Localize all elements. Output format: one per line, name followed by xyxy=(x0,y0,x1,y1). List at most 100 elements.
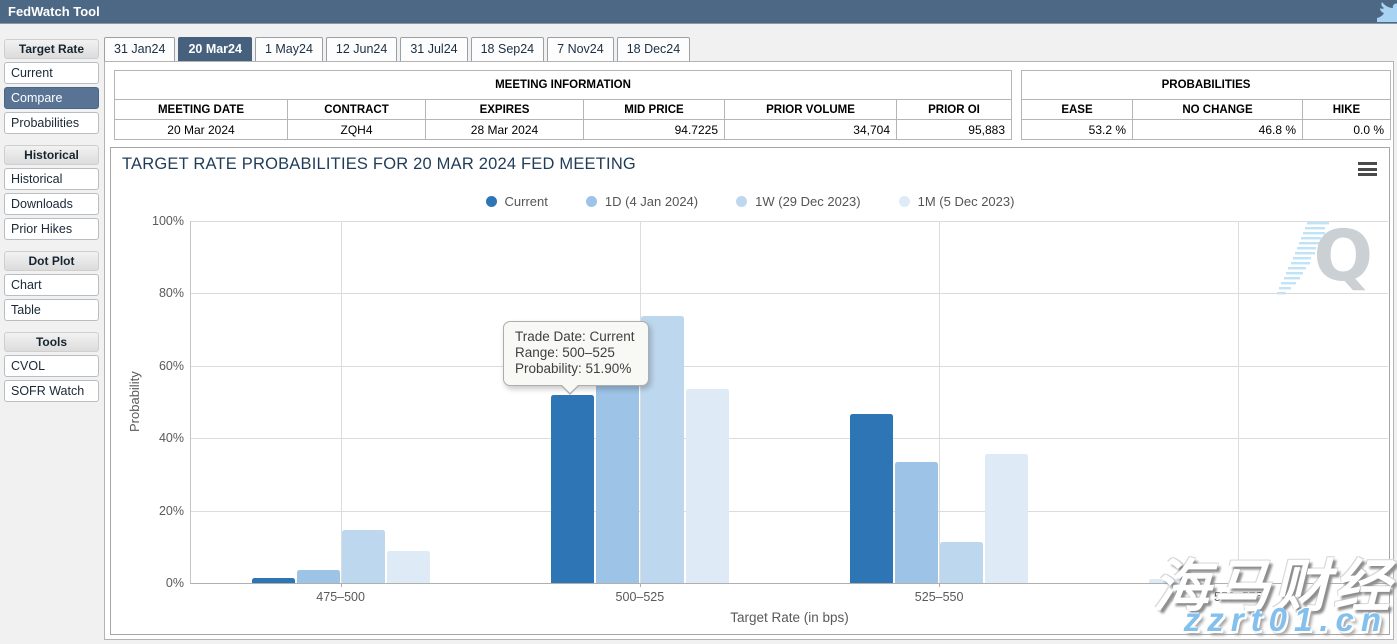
tab-7-nov24[interactable]: 7 Nov24 xyxy=(547,37,614,62)
sidebar-section-target-rate: Target Rate Current Compare Probabilities xyxy=(4,39,99,134)
col-expires: EXPIRES xyxy=(426,100,584,120)
expires-value: 28 Mar 2024 xyxy=(426,120,584,140)
sidebar-header-target-rate: Target Rate xyxy=(4,39,99,59)
app-header: FedWatch Tool xyxy=(0,0,1397,24)
legend-dot-icon xyxy=(736,196,747,207)
probabilities-caption: PROBABILITIES xyxy=(1022,71,1391,100)
x-axis-title: Target Rate (in bps) xyxy=(191,610,1388,625)
tab-12-jun24[interactable]: 12 Jun24 xyxy=(326,37,397,62)
v-gridline xyxy=(341,221,342,583)
chart-title: TARGET RATE PROBABILITIES FOR 20 MAR 202… xyxy=(122,155,636,174)
tab-31-jan24[interactable]: 31 Jan24 xyxy=(104,37,175,62)
mid-price-value: 94.7225 xyxy=(584,120,725,140)
col-no-change: NO CHANGE xyxy=(1133,100,1303,120)
legend-label: 1M (5 Dec 2023) xyxy=(918,194,1015,209)
tab-31-jul24[interactable]: 31 Jul24 xyxy=(400,37,467,62)
col-hike: HIKE xyxy=(1303,100,1391,120)
bar-current-475-500[interactable] xyxy=(252,578,295,583)
legend-dot-icon xyxy=(899,196,910,207)
tab-20-mar24[interactable]: 20 Mar24 xyxy=(178,37,252,62)
sidebar-item-table[interactable]: Table xyxy=(4,299,99,321)
bar-current-525-550[interactable] xyxy=(850,414,893,583)
bar-1d-525-550[interactable] xyxy=(895,462,938,583)
sidebar-item-downloads[interactable]: Downloads xyxy=(4,193,99,215)
legend-label: Current xyxy=(505,194,548,209)
x-tick xyxy=(341,583,342,587)
y-tick-label: 40% xyxy=(159,431,184,445)
col-ease: EASE xyxy=(1022,100,1133,120)
sidebar-item-chart[interactable]: Chart xyxy=(4,274,99,296)
y-axis-title: Probability xyxy=(127,221,143,583)
sidebar-section-dot-plot: Dot Plot Chart Table xyxy=(4,251,99,321)
col-mid-price: MID PRICE xyxy=(584,100,725,120)
legend-label: 1W (29 Dec 2023) xyxy=(755,194,861,209)
sidebar-item-historical[interactable]: Historical xyxy=(4,168,99,190)
tab-18-sep24[interactable]: 18 Sep24 xyxy=(471,37,545,62)
tooltip-range: Range: 500–525 xyxy=(515,345,635,361)
legend-dot-icon xyxy=(586,196,597,207)
y-tick-label: 0% xyxy=(166,576,184,590)
meeting-date-value: 20 Mar 2024 xyxy=(115,120,288,140)
legend-item-current[interactable]: Current xyxy=(486,194,548,209)
bar-tooltip: Trade Date: Current Range: 500–525 Proba… xyxy=(503,321,649,386)
bar-1w-525-550[interactable] xyxy=(940,542,983,583)
content-panel: MEETING INFORMATION MEETING DATE CONTRAC… xyxy=(104,61,1394,640)
bar-1w-475-500[interactable] xyxy=(342,530,385,583)
tab-18-dec24[interactable]: 18 Dec24 xyxy=(617,37,691,62)
probabilities-row: 53.2 % 46.8 % 0.0 % xyxy=(1022,120,1391,140)
meeting-info-table: MEETING INFORMATION MEETING DATE CONTRAC… xyxy=(114,70,1012,140)
h-gridline xyxy=(191,511,1388,512)
probabilities-table: PROBABILITIES EASE NO CHANGE HIKE 53.2 %… xyxy=(1021,70,1391,140)
no-change-value: 46.8 % xyxy=(1133,120,1303,140)
col-contract: CONTRACT xyxy=(288,100,426,120)
sidebar-item-current[interactable]: Current xyxy=(4,62,99,84)
legend-item-1d[interactable]: 1D (4 Jan 2024) xyxy=(586,194,698,209)
sidebar-item-sofr-watch[interactable]: SOFR Watch xyxy=(4,380,99,402)
bar-current-500-525[interactable] xyxy=(551,395,594,583)
meeting-info-caption: MEETING INFORMATION xyxy=(115,71,1012,100)
bar-1m-550-575[interactable] xyxy=(1149,579,1192,583)
contract-value: ZQH4 xyxy=(288,120,426,140)
col-prior-oi: PRIOR OI xyxy=(897,100,1012,120)
sidebar: Target Rate Current Compare Probabilities Hi… xyxy=(4,39,99,413)
x-tick-label: 475–500 xyxy=(316,590,365,604)
h-gridline xyxy=(191,221,1388,222)
sidebar-item-probabilities[interactable]: Probabilities xyxy=(4,112,99,134)
legend-item-1m[interactable]: 1M (5 Dec 2023) xyxy=(899,194,1015,209)
x-tick-label: 500–525 xyxy=(616,590,665,604)
prior-oi-value: 95,883 xyxy=(897,120,1012,140)
tooltip-probability: Probability: 51.90% xyxy=(515,361,635,377)
sidebar-item-compare[interactable]: Compare xyxy=(4,87,99,109)
x-tick xyxy=(939,583,940,587)
sidebar-section-tools: Tools CVOL SOFR Watch xyxy=(4,332,99,402)
sidebar-header-tools: Tools xyxy=(4,332,99,352)
sidebar-item-cvol[interactable]: CVOL xyxy=(4,355,99,377)
bar-group-525-550 xyxy=(850,414,1028,583)
sidebar-item-prior-hikes[interactable]: Prior Hikes xyxy=(4,218,99,240)
bar-1m-500-525[interactable] xyxy=(686,389,729,583)
bar-1d-475-500[interactable] xyxy=(297,570,340,583)
chart-menu-icon[interactable] xyxy=(1358,162,1377,179)
chart-panel: TARGET RATE PROBABILITIES FOR 20 MAR 202… xyxy=(110,147,1390,635)
date-tabs: 31 Jan2420 Mar241 May2412 Jun2431 Jul241… xyxy=(104,37,693,62)
bar-group-550-575 xyxy=(1149,579,1192,583)
twitter-bird-icon[interactable] xyxy=(1375,2,1397,22)
meeting-info-row: 20 Mar 2024 ZQH4 28 Mar 2024 94.7225 34,… xyxy=(115,120,1012,140)
h-gridline xyxy=(191,366,1388,367)
sidebar-header-historical: Historical xyxy=(4,145,99,165)
bar-1m-525-550[interactable] xyxy=(985,454,1028,583)
legend-item-1w[interactable]: 1W (29 Dec 2023) xyxy=(736,194,861,209)
v-gridline xyxy=(1238,221,1239,583)
x-tick xyxy=(640,583,641,587)
col-meeting-date: MEETING DATE xyxy=(115,100,288,120)
y-tick-label: 80% xyxy=(159,286,184,300)
bar-1d-500-525[interactable] xyxy=(596,354,639,583)
sidebar-header-dot-plot: Dot Plot xyxy=(4,251,99,271)
x-tick xyxy=(1238,583,1239,587)
bar-1m-475-500[interactable] xyxy=(387,551,430,583)
ease-value: 53.2 % xyxy=(1022,120,1133,140)
chart-plot-area: Probability Target Rate (in bps) Trade D… xyxy=(190,221,1388,584)
legend-dot-icon xyxy=(486,196,497,207)
y-tick-label: 100% xyxy=(152,214,184,228)
tab-1-may24[interactable]: 1 May24 xyxy=(255,37,323,62)
